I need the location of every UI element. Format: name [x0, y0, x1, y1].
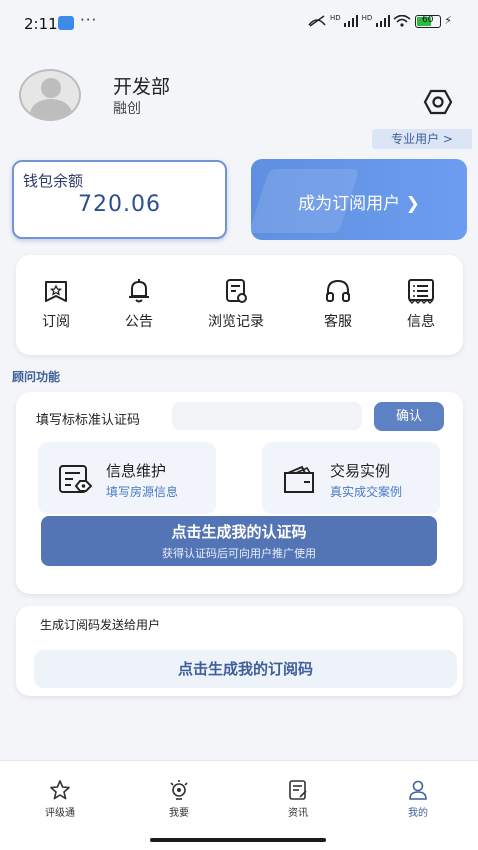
hexagon-settings-icon	[423, 89, 453, 115]
generate-cert-title: 点击生成我的认证码	[171, 523, 307, 541]
menu-item-label: 客服	[324, 314, 352, 330]
nav-item-rating[interactable]: 评级通	[20, 779, 100, 819]
cert-code-label: 填写标标准认证码	[36, 413, 141, 428]
headset-icon	[326, 279, 350, 302]
menu-item-customer-service[interactable]: 客服	[298, 277, 378, 331]
menu-item-label: 公告	[125, 314, 153, 330]
feature-transaction-cases[interactable]: 交易实例 真实成交案例	[262, 442, 440, 514]
avatar[interactable]	[19, 69, 81, 121]
wallet-label: 钱包余额	[23, 172, 84, 190]
settings-button[interactable]	[423, 88, 453, 116]
nav-item-label: 我要	[169, 808, 189, 819]
message-icon	[408, 279, 434, 304]
menu-item-subscribe[interactable]: 订阅	[16, 277, 96, 331]
status-bar: 2:11 ··· HD HD 60 ⚡	[0, 0, 478, 46]
news-icon	[289, 780, 307, 800]
confirm-button[interactable]: 确认	[374, 402, 444, 431]
subscribe-banner[interactable]: 成为订阅用户 ❯	[251, 159, 467, 240]
signal-icon	[344, 15, 359, 27]
wallet-icon	[284, 465, 314, 493]
wallet-amount: 720.06	[78, 192, 161, 217]
profile-name: 开发部	[113, 76, 171, 98]
bulb-icon	[170, 780, 188, 800]
nav-item-mine[interactable]: 我的	[378, 779, 458, 819]
feature-title: 交易实例	[330, 462, 391, 480]
signal-icon-2	[375, 15, 390, 27]
status-more: ···	[80, 11, 98, 29]
wifi-calling-icon	[308, 15, 327, 27]
feature-title: 信息维护	[106, 462, 167, 480]
person-icon	[409, 780, 427, 800]
feature-subtitle: 真实成交案例	[330, 485, 403, 499]
history-icon	[226, 279, 247, 303]
home-indicator	[150, 838, 326, 842]
menu-item-label: 订阅	[42, 314, 70, 330]
subscription-code-label: 生成订阅码发送给用户	[40, 618, 161, 632]
quick-menu: 订阅 公告 浏览记录 客服 信息	[16, 255, 463, 355]
bottom-nav: 评级通 我要 资讯 我的	[0, 760, 478, 850]
wifi-icon	[393, 14, 411, 27]
nav-item-news[interactable]: 资讯	[258, 779, 338, 819]
bell-icon	[129, 279, 149, 303]
nav-item-label: 我的	[408, 808, 428, 819]
nav-item-label: 评级通	[45, 808, 75, 819]
status-time: 2:11	[24, 15, 58, 33]
status-icons: HD HD 60 ⚡	[308, 14, 452, 28]
chat-notification-icon	[58, 16, 74, 30]
subscription-code-card: 生成订阅码发送给用户 点击生成我的订阅码	[16, 606, 463, 696]
section-title-advisor: 顾问功能	[12, 370, 61, 384]
nav-item-label: 资讯	[288, 808, 308, 819]
menu-item-history[interactable]: 浏览记录	[196, 277, 276, 331]
feature-info-maintenance[interactable]: 信息维护 填写房源信息	[38, 442, 216, 514]
subscribe-icon	[45, 281, 67, 302]
cert-code-input[interactable]	[172, 402, 362, 430]
advisor-card: 填写标标准认证码 确认 信息维护 填写房源信息 交易实例 真实成交案例 点击生成…	[16, 392, 463, 594]
info-edit-icon	[59, 465, 93, 493]
network-hd-label-2: HD	[361, 14, 373, 22]
menu-item-label: 浏览记录	[208, 314, 264, 330]
menu-item-label: 信息	[407, 314, 435, 330]
pro-user-tag[interactable]: 专业用户 >	[372, 129, 472, 149]
charging-icon: ⚡	[444, 14, 452, 27]
battery-icon: 60	[414, 14, 441, 28]
feature-subtitle: 填写房源信息	[106, 485, 179, 499]
network-hd-label: HD	[329, 14, 341, 22]
nav-item-want[interactable]: 我要	[139, 779, 219, 819]
generate-subscription-code-button[interactable]: 点击生成我的订阅码	[34, 650, 457, 688]
battery-level: 60	[422, 14, 434, 25]
profile-company: 融创	[113, 101, 141, 117]
wallet-card[interactable]: 钱包余额 720.06	[12, 160, 227, 239]
subscribe-banner-label: 成为订阅用户 ❯	[298, 194, 420, 214]
menu-item-announcement[interactable]: 公告	[99, 277, 179, 331]
menu-item-messages[interactable]: 信息	[381, 277, 461, 331]
generate-cert-subtitle: 获得认证码后可向用户推广使用	[162, 547, 316, 560]
generate-cert-button[interactable]: 点击生成我的认证码 获得认证码后可向用户推广使用	[41, 516, 437, 566]
star-icon	[50, 780, 70, 800]
